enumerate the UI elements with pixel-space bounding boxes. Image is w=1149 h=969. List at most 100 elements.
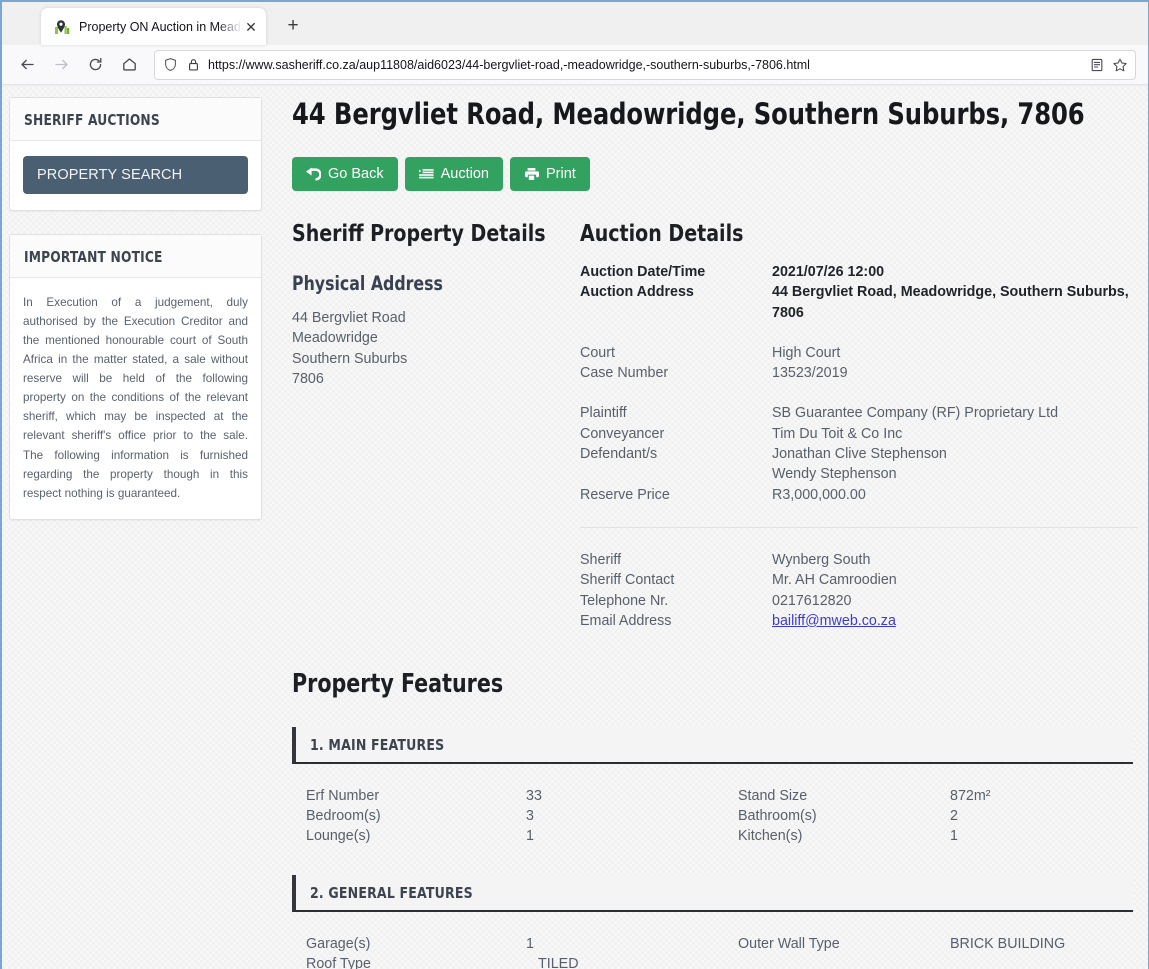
- back-arrow-icon: [306, 167, 321, 181]
- divider: [580, 527, 1138, 528]
- new-tab-button[interactable]: +: [278, 11, 308, 41]
- detail-label: Sheriff Contact: [580, 570, 772, 590]
- feature-value: 33: [526, 786, 738, 806]
- main-features-label: 1. MAIN FEATURES: [310, 736, 1051, 754]
- detail-value: 2021/07/26 12:00: [772, 262, 1138, 282]
- back-icon[interactable]: [12, 50, 42, 80]
- auction-details-group-2: Court High Court Case Number 13523/2019: [580, 343, 1138, 384]
- feature-label: Bedroom(s): [306, 806, 526, 826]
- go-back-button[interactable]: Go Back: [292, 157, 398, 191]
- important-notice-panel: IMPORTANT NOTICE In Execution of a judge…: [9, 234, 262, 520]
- sheriff-auctions-panel: SHERIFF AUCTIONS PROPERTY SEARCH: [9, 97, 262, 211]
- detail-label: Conveyancer: [580, 424, 772, 444]
- main-content: 44 Bergvliet Road, Meadowridge, Southern…: [277, 87, 1148, 969]
- feature-label: Kitchen(s): [738, 826, 950, 846]
- auction-details-column: Auction Details Auction Date/Time 2021/0…: [580, 219, 1138, 631]
- auction-details-group-4: Sheriff Wynberg South Sheriff Contact Mr…: [580, 550, 1138, 631]
- detail-label: Telephone Nr.: [580, 591, 772, 611]
- bookmark-star-icon[interactable]: [1112, 57, 1128, 73]
- detail-row: Sheriff Contact Mr. AH Camroodien: [580, 570, 1138, 590]
- detail-value: Wendy Stephenson: [772, 464, 1138, 484]
- detail-row: Sheriff Wynberg South: [580, 550, 1138, 570]
- detail-label: Case Number: [580, 363, 772, 383]
- detail-row: Wendy Stephenson: [580, 464, 1138, 484]
- feature-value: [950, 954, 1133, 969]
- tab-title: Property ON Auction in Meadowridge: [79, 20, 242, 34]
- reload-icon[interactable]: [80, 50, 110, 80]
- feature-row: Bedroom(s) 3 Bathroom(s) 2: [306, 806, 1133, 826]
- detail-label: Defendant/s: [580, 444, 772, 464]
- detail-label: Auction Address: [580, 282, 772, 323]
- address-line: Meadowridge: [292, 328, 580, 348]
- detail-value: Tim Du Toit & Co Inc: [772, 424, 1138, 444]
- address-line: 44 Bergvliet Road: [292, 308, 580, 328]
- feature-row: Roof Type TILED: [306, 954, 1133, 969]
- feature-label: [738, 954, 950, 969]
- reader-view-icon[interactable]: [1089, 57, 1105, 73]
- feature-label: Outer Wall Type: [738, 934, 950, 954]
- address-line: 7806: [292, 369, 580, 389]
- detail-row: Conveyancer Tim Du Toit & Co Inc: [580, 424, 1138, 444]
- detail-value: SB Guarantee Company (RF) Proprietary Lt…: [772, 403, 1138, 423]
- page-title: 44 Bergvliet Road, Meadowridge, Southern…: [292, 97, 1079, 131]
- detail-label: Sheriff: [580, 550, 772, 570]
- address-line: Southern Suburbs: [292, 349, 580, 369]
- tab-strip: Property ON Auction in Meadowridge ✕ +: [2, 2, 1148, 45]
- email-link[interactable]: bailiff@mweb.co.za: [772, 613, 896, 629]
- general-features-grid: Garage(s) 1 Outer Wall Type BRICK BUILDI…: [292, 912, 1133, 969]
- property-search-button[interactable]: PROPERTY SEARCH: [23, 156, 248, 194]
- feature-value: 3: [526, 806, 738, 826]
- feature-value: 1: [950, 826, 1133, 846]
- print-button[interactable]: Print: [510, 157, 590, 191]
- main-features-bar: 1. MAIN FEATURES: [292, 727, 1133, 764]
- detail-value: 13523/2019: [772, 363, 1138, 383]
- feature-label: Roof Type: [306, 954, 526, 969]
- panel-header: SHERIFF AUCTIONS: [10, 98, 261, 141]
- general-features-label: 2. GENERAL FEATURES: [310, 884, 1051, 902]
- print-label: Print: [546, 166, 576, 182]
- detail-value: Mr. AH Camroodien: [772, 570, 1138, 590]
- detail-label: Reserve Price: [580, 485, 772, 505]
- feature-label: Garage(s): [306, 934, 526, 954]
- spacer: [580, 383, 1138, 403]
- shield-icon[interactable]: [162, 57, 178, 73]
- detail-row: Defendant/s Jonathan Clive Stephenson: [580, 444, 1138, 464]
- panel-body: PROPERTY SEARCH: [10, 141, 261, 210]
- url-text[interactable]: https://www.sasheriff.co.za/aup11808/aid…: [208, 58, 1082, 72]
- padlock-icon[interactable]: [185, 57, 201, 73]
- spacer: [580, 323, 1138, 343]
- detail-value: R3,000,000.00: [772, 485, 1138, 505]
- feature-row: Lounge(s) 1 Kitchen(s) 1: [306, 826, 1133, 846]
- close-icon[interactable]: ✕: [242, 18, 260, 36]
- feature-value: 1: [526, 934, 738, 954]
- navigation-toolbar: https://www.sasheriff.co.za/aup11808/aid…: [2, 45, 1148, 85]
- detail-row: Plaintiff SB Guarantee Company (RF) Prop…: [580, 403, 1138, 423]
- detail-value: Wynberg South: [772, 550, 1138, 570]
- detail-row-email: Email Address bailiff@mweb.co.za: [580, 611, 1138, 631]
- auction-details-heading: Auction Details: [580, 219, 1082, 247]
- go-back-label: Go Back: [328, 166, 384, 182]
- feature-value: 1: [526, 826, 738, 846]
- detail-label: Court: [580, 343, 772, 363]
- browser-window: Property ON Auction in Meadowridge ✕ +: [0, 0, 1149, 969]
- feature-label: Stand Size: [738, 786, 950, 806]
- sidebar: SHERIFF AUCTIONS PROPERTY SEARCH IMPORTA…: [2, 87, 277, 969]
- url-bar[interactable]: https://www.sasheriff.co.za/aup11808/aid…: [154, 50, 1136, 80]
- detail-row: Reserve Price R3,000,000.00: [580, 485, 1138, 505]
- detail-row: Court High Court: [580, 343, 1138, 363]
- detail-row: Auction Date/Time 2021/07/26 12:00: [580, 262, 1138, 282]
- auction-button[interactable]: Auction: [405, 157, 503, 191]
- forward-icon: [46, 50, 76, 80]
- property-features-heading: Property Features: [292, 669, 1049, 699]
- map-pin-icon: [54, 19, 70, 35]
- property-features-section: Property Features 1. MAIN FEATURES Erf N…: [292, 669, 1138, 969]
- detail-value: High Court: [772, 343, 1138, 363]
- detail-row: Auction Address 44 Bergvliet Road, Meado…: [580, 282, 1138, 323]
- detail-row: Telephone Nr. 0217612820: [580, 591, 1138, 611]
- physical-address-heading: Physical Address: [292, 272, 551, 295]
- home-icon[interactable]: [114, 50, 144, 80]
- feature-value: TILED: [526, 954, 738, 969]
- feature-value: BRICK BUILDING: [950, 934, 1133, 954]
- page-content: SHERIFF AUCTIONS PROPERTY SEARCH IMPORTA…: [2, 87, 1148, 969]
- browser-tab[interactable]: Property ON Auction in Meadowridge ✕: [41, 8, 266, 45]
